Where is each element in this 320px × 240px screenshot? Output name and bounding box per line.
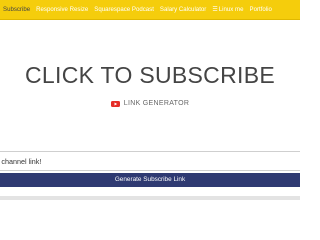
channel-link-input[interactable]: [0, 152, 300, 170]
page-title: CLICK TO SUBSCRIBE: [25, 62, 275, 88]
nav-item-squarespace-podcast[interactable]: Squarespace Podcast: [94, 6, 154, 13]
top-navbar: Subscribe Responsive Resize Squarespace …: [0, 0, 300, 20]
channel-link-field-container: [0, 151, 300, 171]
nav-item-linux-me[interactable]: ☰Linux me: [212, 6, 243, 13]
bottom-strip: [0, 196, 300, 200]
page-subtitle: LINK GENERATOR: [0, 100, 300, 107]
nav-item-linux-me-label: Linux me: [218, 6, 244, 13]
youtube-play-icon: [110, 100, 120, 107]
generate-subscribe-link-button[interactable]: Generate Subscribe Link: [0, 173, 300, 187]
nav-item-salary-calculator[interactable]: Salary Calculator: [160, 6, 206, 13]
menu-icon: ☰: [212, 6, 218, 13]
page-subtitle-text: LINK GENERATOR: [123, 100, 190, 107]
nav-item-portfolio[interactable]: Portfolio: [250, 6, 272, 13]
nav-item-subscribe[interactable]: Subscribe: [3, 6, 30, 13]
nav-item-responsive-resize[interactable]: Responsive Resize: [36, 6, 88, 13]
